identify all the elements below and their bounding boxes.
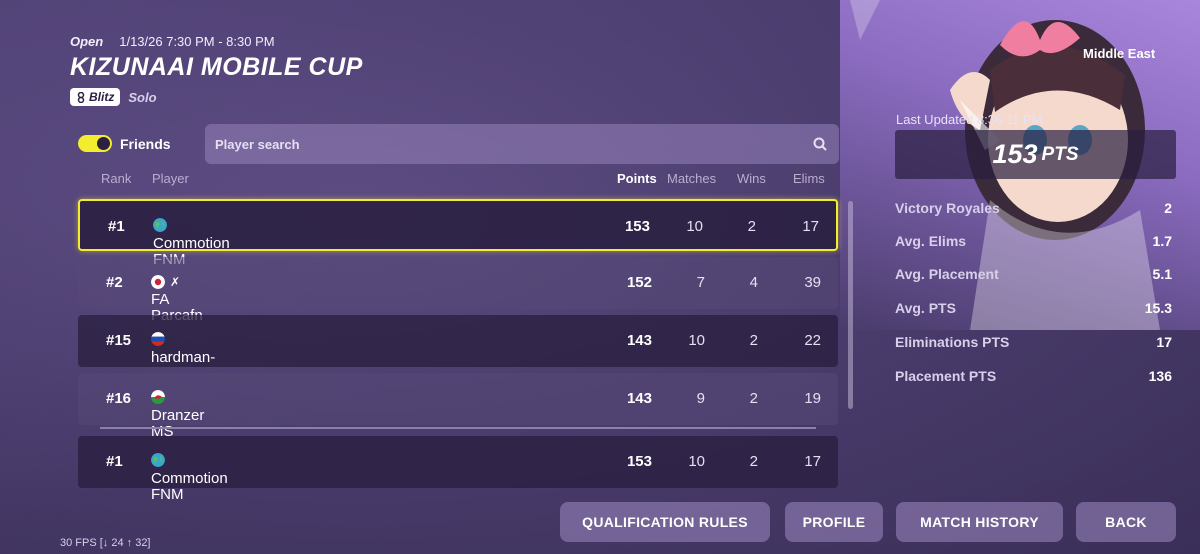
row-rank: #2: [106, 274, 123, 291]
friends-toggle-switch[interactable]: [78, 135, 112, 152]
row-points: 143: [626, 332, 652, 349]
tournament-title: KIZUNAAI MOBILE CUP: [70, 53, 363, 81]
tournament-header: Open 1/13/26 7:30 PM - 8:30 PM KIZUNAAI …: [70, 34, 363, 106]
total-points: 153 PTS: [895, 130, 1176, 179]
stat-value: 2: [1164, 200, 1172, 216]
self-row[interactable]: #1 Commotion FNM 153 10 2 17: [78, 436, 838, 503]
mode-badge-label: Blitz: [89, 90, 115, 104]
action-bar: QUALIFICATION RULES PROFILE MATCH HISTOR…: [0, 502, 1200, 542]
stat-row: Eliminations PTS 17: [895, 334, 1176, 354]
stat-row: Avg. Elims 1.7: [895, 233, 1176, 253]
row-matches: 9: [696, 390, 705, 407]
row-wins: 2: [747, 218, 756, 235]
col-matches[interactable]: Matches: [667, 171, 716, 186]
row-elims: 17: [802, 218, 819, 235]
row-matches: 10: [688, 453, 705, 470]
row-wins: 2: [749, 390, 758, 407]
total-points-unit: PTS: [1041, 143, 1079, 165]
friends-toggle[interactable]: Friends: [78, 135, 171, 152]
stat-row: Placement PTS 136: [895, 368, 1176, 388]
row-points: 152: [626, 274, 652, 291]
globe-icon: [153, 218, 167, 232]
region-label: Middle East: [1083, 46, 1156, 61]
row-wins: 2: [749, 332, 758, 349]
search-icon[interactable]: [811, 135, 829, 153]
match-history-button[interactable]: MATCH HISTORY: [896, 502, 1063, 542]
row-player-suffix: ✗: [170, 275, 181, 289]
mode-badge: Blitz: [70, 88, 121, 106]
table-row[interactable]: #1 Commotion FNM 153 10 2 17: [78, 199, 838, 268]
col-rank: Rank: [101, 171, 132, 186]
row-elims: 39: [804, 274, 821, 291]
col-elims[interactable]: Elims: [793, 171, 825, 186]
stat-row: Avg. PTS 15.3: [895, 300, 1176, 320]
col-wins[interactable]: Wins: [737, 171, 766, 186]
row-rank: #16: [106, 390, 132, 407]
row-points: 143: [626, 390, 652, 407]
stat-label: Avg. Elims: [895, 233, 967, 249]
row-matches: 10: [688, 332, 705, 349]
table-row[interactable]: #2 FA Parcafn ✗ 152 7 4 39: [78, 257, 838, 324]
row-player-name: Commotion FNM: [151, 470, 228, 503]
row-elims: 17: [804, 453, 821, 470]
stat-label: Victory Royales: [895, 200, 1000, 216]
table-row[interactable]: #15 hardman- 143 10 2 22: [78, 315, 838, 367]
player-search[interactable]: [205, 124, 839, 164]
row-elims: 19: [804, 390, 821, 407]
stat-value: 5.1: [1152, 266, 1172, 282]
profile-button[interactable]: PROFILE: [785, 502, 883, 542]
session-datetime: 1/13/26 7:30 PM - 8:30 PM: [119, 34, 275, 49]
session-status: Open: [70, 34, 104, 49]
player-search-input[interactable]: [215, 136, 811, 152]
row-rank: #1: [106, 453, 123, 470]
wales-flag-icon: [151, 390, 165, 404]
stat-row: Victory Royales 2: [895, 200, 1176, 220]
stat-value: 1.7: [1152, 233, 1172, 249]
russia-flag-icon: [151, 332, 165, 346]
japan-flag-icon: [151, 275, 165, 289]
row-wins: 4: [749, 274, 758, 291]
row-player-name: hardman-: [151, 349, 216, 366]
row-wins: 2: [749, 453, 758, 470]
row-rank: #1: [108, 218, 125, 235]
divider: [100, 427, 816, 429]
row-matches: 7: [696, 274, 705, 291]
stat-label: Eliminations PTS: [895, 334, 1010, 350]
friends-label: Friends: [120, 135, 171, 152]
back-button[interactable]: BACK: [1076, 502, 1176, 542]
globe-icon: [151, 453, 165, 467]
fps-counter: 30 FPS [↓ 24 ↑ 32]: [60, 537, 151, 549]
list-scrollbar[interactable]: [848, 201, 853, 409]
column-headers: Rank Player Points Matches Wins Elims: [78, 171, 838, 189]
mode-type: Solo: [128, 89, 157, 105]
row-matches: 10: [686, 218, 703, 235]
col-points[interactable]: Points: [617, 171, 657, 186]
total-points-value: 153: [992, 139, 1038, 169]
stat-value: 15.3: [1144, 300, 1172, 316]
stat-value: 136: [1148, 368, 1172, 384]
stat-label: Avg. PTS: [895, 300, 956, 316]
stat-value: 17: [1156, 334, 1172, 350]
last-updated: Last Updated 8:36:11 PM: [896, 112, 1043, 127]
col-player: Player: [152, 171, 189, 186]
qualification-rules-button[interactable]: QUALIFICATION RULES: [560, 502, 770, 542]
row-points: 153: [624, 218, 650, 235]
table-row[interactable]: #16 Dranzer MS 143 9 2 19: [78, 373, 838, 440]
stat-label: Placement PTS: [895, 368, 997, 384]
row-rank: #15: [106, 332, 132, 349]
blitz-icon: [77, 91, 85, 103]
row-points: 153: [626, 453, 652, 470]
stat-row: Avg. Placement 5.1: [895, 266, 1176, 286]
row-elims: 22: [804, 332, 821, 349]
stat-label: Avg. Placement: [895, 266, 999, 282]
